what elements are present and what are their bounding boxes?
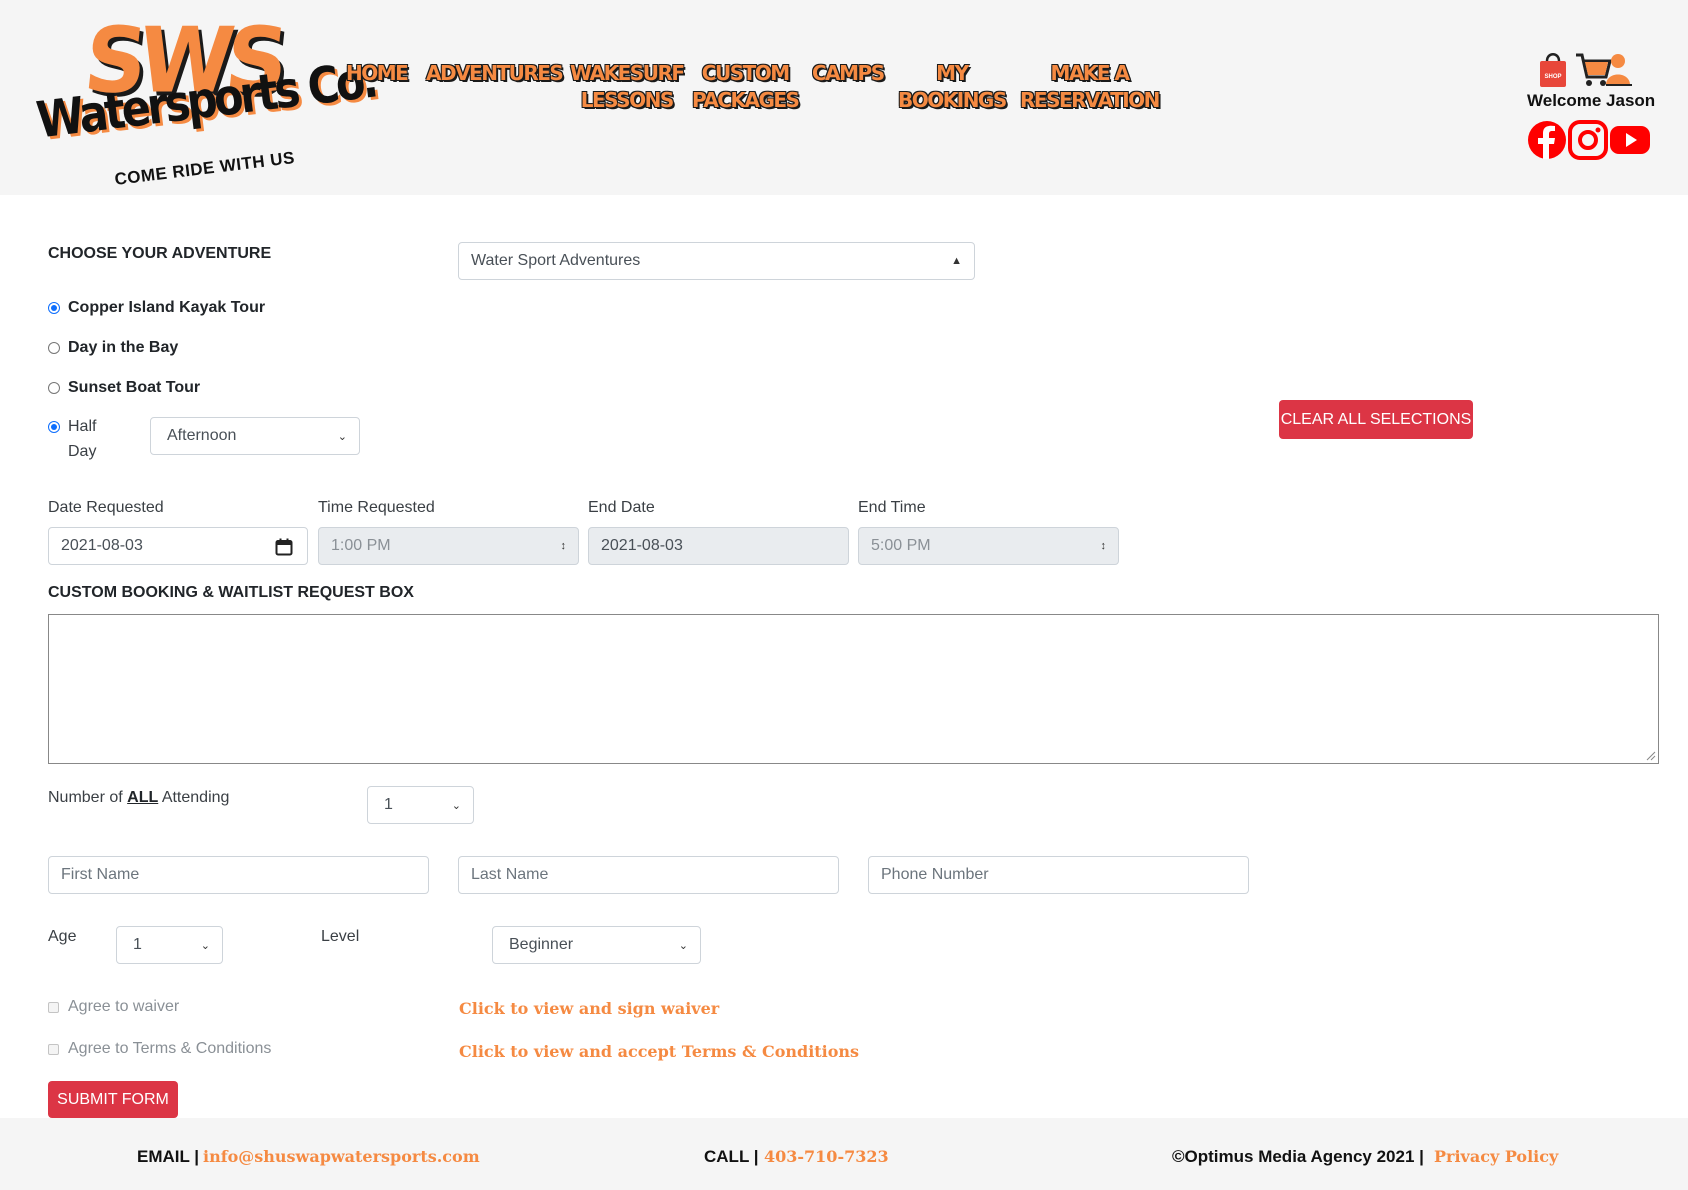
resize-grip-icon[interactable] (1646, 751, 1656, 761)
nav-wakesurf-lessons[interactable]: WAKESURF LESSONS (570, 60, 685, 114)
radio-sunset-boat-tour[interactable] (48, 382, 60, 394)
chevron-down-icon: ⌄ (200, 939, 210, 952)
nav-make-a-reservation[interactable]: MAKE A RESERVATION (1020, 60, 1160, 114)
age-label: Age (48, 928, 77, 945)
last-name-input[interactable]: Last Name (458, 856, 839, 894)
radio-label-half-day-line2: Day (68, 443, 97, 460)
radio-label-copper-island: Copper Island Kayak Tour (68, 299, 266, 316)
radio-label-half-day-line1: Half (68, 418, 97, 435)
cart-user-icon[interactable] (1574, 51, 1634, 89)
nav-adventures[interactable]: ADVENTURES (426, 60, 564, 87)
choose-adventure-label: CHOOSE YOUR ADVENTURE (48, 245, 272, 262)
footer-phone-link[interactable]: 403-710-7323 (764, 1147, 889, 1166)
request-box-textarea[interactable] (48, 614, 1659, 764)
submit-form-button[interactable]: SUBMIT FORM (48, 1081, 178, 1118)
select-arrows-icon: ↕ (560, 540, 567, 552)
header-account: SHOP Welcome Jason (1520, 45, 1660, 165)
adventure-type-select[interactable]: Water Sport Adventures ▲ (458, 242, 975, 280)
footer-email-link[interactable]: info@shuswapwatersports.com (203, 1147, 480, 1166)
time-requested-select[interactable]: 1:00 PM ↕ (318, 527, 579, 565)
first-name-input[interactable]: First Name (48, 856, 429, 894)
shop-bag-icon[interactable]: SHOP (1538, 49, 1568, 89)
logo-tagline: COME RIDE WITH US (113, 148, 296, 189)
svg-text:SHOP: SHOP (1544, 74, 1561, 80)
radio-label-sunset-boat-tour: Sunset Boat Tour (68, 379, 201, 396)
time-requested-label: Time Requested (318, 499, 435, 516)
view-terms-link[interactable]: Click to view and accept Terms & Conditi… (459, 1042, 859, 1061)
agree-waiver-label: Agree to waiver (68, 998, 180, 1015)
date-requested-label: Date Requested (48, 499, 164, 516)
footer-copyright: ©Optimus Media Agency 2021 | (1172, 1147, 1424, 1166)
attending-label: Number of ALL Attending (48, 789, 230, 806)
nav-camps[interactable]: CAMPS (812, 60, 885, 87)
site-footer: EMAIL | info@shuswapwatersports.com CALL… (0, 1118, 1688, 1190)
date-requested-input[interactable]: 2021-08-03 (48, 527, 308, 565)
youtube-icon[interactable] (1609, 120, 1651, 160)
select-arrows-icon: ↕ (1100, 540, 1107, 552)
clear-all-selections-button[interactable]: CLEAR ALL SELECTIONS (1279, 400, 1473, 439)
footer-privacy-link[interactable]: Privacy Policy (1434, 1147, 1558, 1166)
agree-terms-label: Agree to Terms & Conditions (68, 1040, 272, 1057)
chevron-down-icon: ⌄ (337, 430, 347, 443)
end-time-label: End Time (858, 499, 926, 516)
end-date-input: 2021-08-03 (588, 527, 849, 565)
level-label: Level (321, 928, 360, 945)
time-of-day-select[interactable]: Afternoon ⌄ (150, 417, 360, 455)
site-logo[interactable]: SWS Watersports Co. COME RIDE WITH US (30, 9, 378, 189)
agree-terms-checkbox[interactable] (48, 1044, 59, 1055)
radio-half-day[interactable] (48, 421, 60, 433)
radio-copper-island-kayak-tour[interactable] (48, 302, 60, 314)
radio-day-in-the-bay[interactable] (48, 342, 60, 354)
select-arrows-icon: ▲ (951, 255, 962, 267)
chevron-down-icon: ⌄ (678, 939, 688, 952)
request-box-label: CUSTOM BOOKING & WAITLIST REQUEST BOX (48, 584, 414, 601)
radio-label-day-in-the-bay: Day in the Bay (68, 339, 179, 356)
phone-number-input[interactable]: Phone Number (868, 856, 1249, 894)
level-select[interactable]: Beginner ⌄ (492, 926, 701, 964)
facebook-icon[interactable] (1527, 120, 1567, 160)
view-waiver-link[interactable]: Click to view and sign waiver (459, 999, 719, 1018)
welcome-text: Welcome Jason (1527, 91, 1656, 110)
agree-waiver-checkbox[interactable] (48, 1002, 59, 1013)
age-select[interactable]: 1 ⌄ (116, 926, 223, 964)
calendar-icon[interactable] (275, 538, 293, 556)
end-time-select[interactable]: 5:00 PM ↕ (858, 527, 1119, 565)
chevron-down-icon: ⌄ (451, 799, 461, 812)
site-header: SWS Watersports Co. COME RIDE WITH US HO… (0, 0, 1688, 195)
nav-custom-packages[interactable]: CUSTOM PACKAGES (692, 60, 800, 114)
footer-email-label: EMAIL | (137, 1147, 200, 1166)
attending-count-select[interactable]: 1 ⌄ (367, 786, 474, 824)
instagram-icon[interactable] (1568, 120, 1608, 160)
end-date-label: End Date (588, 499, 655, 516)
footer-call-label: CALL | (704, 1147, 759, 1166)
nav-home[interactable]: HOME (346, 60, 409, 87)
nav-my-bookings[interactable]: MY BOOKINGS (898, 60, 1007, 114)
